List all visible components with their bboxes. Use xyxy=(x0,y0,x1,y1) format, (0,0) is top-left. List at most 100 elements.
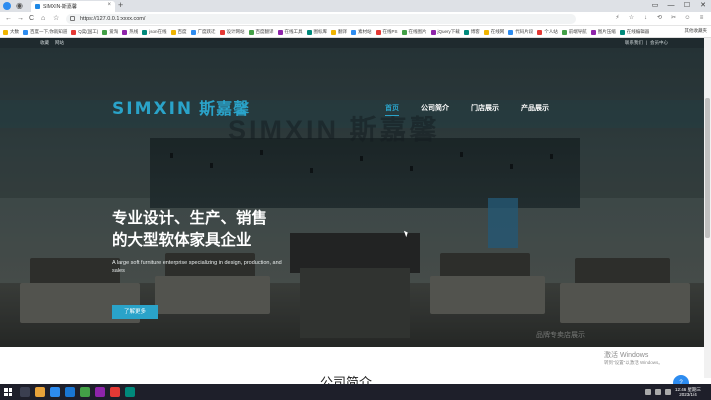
activation-title: 激活 Windows xyxy=(604,352,649,359)
windows-activation-notice: 激活 Windows 转到"设置"以激活 Windows。 xyxy=(604,350,663,366)
lock-icon xyxy=(70,16,75,21)
bookmark-item[interactable]: 爱淘 xyxy=(102,29,118,35)
bookmark-item[interactable]: 百度 xyxy=(170,29,187,35)
hero-watermark: 品牌专卖店展示 xyxy=(536,332,585,339)
taskbar-clock[interactable]: 12:46 星期三 2023/1/4 xyxy=(675,387,701,397)
maximize-button[interactable]: ☐ xyxy=(679,0,695,12)
learn-more-button[interactable]: 了解更多 xyxy=(112,305,158,319)
forward-button[interactable]: → xyxy=(17,14,24,24)
windows-start-icon[interactable] xyxy=(4,388,12,396)
tab-title: SIMXIN-斯嘉馨 xyxy=(43,4,77,10)
app-taskbar-icon[interactable] xyxy=(95,387,105,397)
bookmark-item[interactable]: 广度跃迁 xyxy=(190,29,216,35)
bookmark-item[interactable]: 百度一下,你就知道 xyxy=(23,29,67,35)
bookmark-label: 在线编辑器 xyxy=(626,29,650,34)
menu-icon[interactable]: ≡ xyxy=(698,14,705,22)
bookmark-item[interactable]: 素材站 xyxy=(351,29,372,35)
bookmark-item[interactable]: 在线编辑器 xyxy=(619,29,650,35)
close-window-button[interactable]: ✕ xyxy=(695,0,711,12)
bookmark-item[interactable]: 在线工具 xyxy=(277,29,303,35)
back-button[interactable]: ← xyxy=(5,14,12,24)
storefront-sign-cn: 斯嘉馨 xyxy=(349,115,440,145)
hero-title: 专业设计、生产、销售 的大型软体家具企业 xyxy=(112,208,267,252)
browser-tab[interactable]: SIMXIN-斯嘉馨 × xyxy=(31,1,115,12)
bookmark-label: 在线工具 xyxy=(284,29,303,34)
extensions-icon[interactable]: ⚡ xyxy=(614,14,621,22)
url-input[interactable]: https://127.0.0.1:xxxx.com/ xyxy=(66,14,576,24)
bookmark-favicon-icon xyxy=(483,29,489,35)
bookmark-item[interactable]: Q奕(国工) xyxy=(71,29,98,35)
hero-overlay xyxy=(0,48,704,347)
bookmark-item[interactable]: 在线PS xyxy=(375,29,398,35)
app-taskbar-icon[interactable] xyxy=(125,387,135,397)
bookmark-item[interactable]: 热线 xyxy=(122,29,138,35)
tab-close-icon[interactable]: × xyxy=(107,2,111,8)
tab-list-icon[interactable]: ◉ xyxy=(16,1,26,11)
bookmark-item[interactable]: 翻译 xyxy=(331,29,347,35)
bookmark-item[interactable]: 博客 xyxy=(463,29,480,35)
bookmark-item[interactable]: 图标库 xyxy=(306,29,328,35)
bookmark-item[interactable]: jQuery下载 xyxy=(430,29,460,35)
bookmark-item[interactable]: 前端导航 xyxy=(561,29,587,35)
topbar-link-site[interactable]: 网站 xyxy=(55,40,64,46)
scrollbar-thumb[interactable] xyxy=(705,98,710,238)
search-icon[interactable] xyxy=(20,387,30,397)
file-explorer-icon[interactable] xyxy=(35,387,45,397)
topbar-link-member[interactable]: 会员中心 xyxy=(650,40,668,46)
site-logo[interactable]: SIMXIN 斯嘉馨 xyxy=(112,95,250,119)
bookmark-label: 在线PS xyxy=(382,29,398,34)
system-tray: 12:46 星期三 2023/1/4 xyxy=(644,387,701,397)
nav-home[interactable]: 首页 xyxy=(385,103,399,116)
bookmark-item[interactable]: 百度翻译 xyxy=(248,29,274,35)
hero-title-line1: 专业设计、生产、销售 xyxy=(112,210,268,227)
bookmark-item[interactable]: 代码片段 xyxy=(508,29,533,35)
new-tab-button[interactable]: + xyxy=(118,0,123,11)
bookmark-favicon-icon xyxy=(561,29,567,35)
browser-taskbar-icon[interactable] xyxy=(50,387,60,397)
network-icon[interactable] xyxy=(644,389,651,395)
bookmark-label: 在线图片 xyxy=(408,29,427,34)
bookmark-label: 广度跃迁 xyxy=(197,29,216,34)
input-method-icon[interactable] xyxy=(664,389,671,395)
home-button[interactable]: ⌂ xyxy=(41,14,45,24)
bookmark-item[interactable]: 大数 xyxy=(3,29,19,35)
bookmarks-bar: 大数 百度一下,你就知道 Q奕(国工) 爱淘 热线 json在线 百度 广度跃迁 设计网站 百度翻… xyxy=(0,27,711,38)
url-text: https://127.0.0.1:xxxx.com/ xyxy=(80,16,146,22)
history-icon[interactable]: ⟲ xyxy=(656,14,663,22)
other-bookmarks[interactable]: 其他收藏夹 xyxy=(685,28,708,34)
clock-date: 2023/1/4 xyxy=(679,392,697,397)
bookmark-favicon-icon xyxy=(170,29,176,35)
bookmark-item[interactable]: 在线图片 xyxy=(401,29,427,35)
nav-about[interactable]: 公司简介 xyxy=(421,103,449,116)
main-nav: 首页 公司简介 门店展示 产品展示 xyxy=(385,103,549,116)
page-scrollbar[interactable] xyxy=(704,38,711,378)
bookmark-item[interactable]: 个人站 xyxy=(537,29,558,35)
bookmark-label: 大数 xyxy=(10,29,19,34)
bookmark-favicon-icon xyxy=(508,29,514,35)
bookmark-favicon-icon xyxy=(277,29,283,35)
browser-logo-icon[interactable] xyxy=(3,2,11,10)
topbar-link-contact[interactable]: 联系我们 xyxy=(625,40,643,46)
profile-icon[interactable]: ☺ xyxy=(684,14,691,22)
bookmark-item[interactable]: 在线网 xyxy=(483,29,504,35)
bookmark-item[interactable]: json在线 xyxy=(142,29,167,35)
app-taskbar-icon[interactable] xyxy=(110,387,120,397)
screenshot-icon[interactable]: ✂ xyxy=(670,14,677,22)
bookmark-favicon-icon xyxy=(71,29,77,35)
nav-stores[interactable]: 门店展示 xyxy=(471,103,499,116)
favorite-star-icon[interactable]: ☆ xyxy=(53,14,59,24)
app-taskbar-icon[interactable] xyxy=(80,387,90,397)
bookmark-icon[interactable]: ☆ xyxy=(628,14,635,22)
nav-products[interactable]: 产品展示 xyxy=(521,103,549,116)
bookmark-favicon-icon xyxy=(219,29,225,35)
minimize-button[interactable]: — xyxy=(663,0,679,12)
download-icon[interactable]: ↓ xyxy=(642,14,649,22)
editor-taskbar-icon[interactable] xyxy=(65,387,75,397)
bookmark-item[interactable]: 图片压缩 xyxy=(590,29,616,35)
bookmark-label: 图标库 xyxy=(313,29,328,34)
volume-icon[interactable] xyxy=(654,389,661,395)
bookmark-item[interactable]: 设计网站 xyxy=(219,29,245,35)
reload-button[interactable]: C xyxy=(29,14,34,24)
window-tile-icon[interactable]: ▭ xyxy=(647,0,663,12)
topbar-link-favorite[interactable]: 收藏 xyxy=(40,40,49,46)
